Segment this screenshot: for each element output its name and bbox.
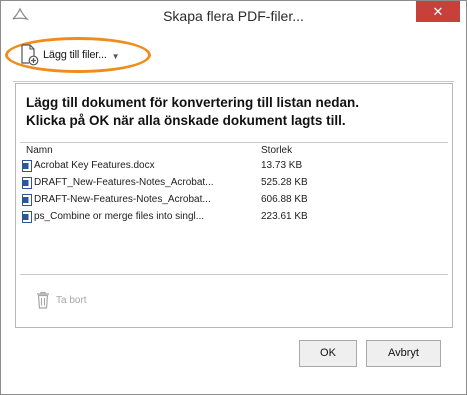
file-name: DRAFT-New-Features-Notes_Acrobat... — [34, 194, 211, 205]
file-name: DRAFT_New-Features-Notes_Acrobat... — [34, 177, 214, 188]
delete-button[interactable]: Ta bort — [36, 289, 87, 311]
title-bar: Skapa flera PDF-filer... ✕ — [1, 1, 466, 31]
file-size: 13.73 KB — [261, 160, 303, 171]
trash-icon — [37, 291, 49, 309]
instructions: Lägg till dokument för konvertering till… — [26, 94, 446, 130]
file-size: 606.88 KB — [261, 194, 308, 205]
file-name: ps_Combine or merge files into singl... — [34, 211, 205, 222]
file-row[interactable]: Acrobat Key Features.docx 13.73 KB — [20, 159, 440, 175]
caret-down-icon[interactable]: ▼ — [112, 52, 120, 61]
column-header-size[interactable]: Storlek — [261, 145, 292, 156]
word-document-icon — [22, 160, 32, 172]
window-title: Skapa flera PDF-filer... — [163, 8, 304, 24]
word-document-icon — [22, 194, 32, 206]
delete-label: Ta bort — [56, 294, 87, 306]
add-files-label: Lägg till filer... — [43, 49, 107, 61]
file-name: Acrobat Key Features.docx — [34, 160, 155, 171]
file-panel: Lägg till dokument för konvertering till… — [15, 83, 453, 328]
file-row[interactable]: DRAFT_New-Features-Notes_Acrobat... 525.… — [20, 176, 440, 192]
file-size: 223.61 KB — [261, 211, 308, 222]
file-list[interactable]: Namn Storlek Acrobat Key Features.docx 1… — [20, 142, 448, 272]
list-actions: Ta bort — [20, 274, 448, 324]
close-button[interactable]: ✕ — [416, 1, 460, 22]
word-document-icon — [22, 177, 32, 189]
cancel-button[interactable]: Avbryt — [366, 340, 441, 367]
ok-button[interactable]: OK — [299, 340, 357, 367]
column-header-name[interactable]: Namn — [26, 145, 53, 156]
word-document-icon — [22, 211, 32, 223]
divider — [13, 81, 454, 82]
file-row[interactable]: ps_Combine or merge files into singl... … — [20, 210, 440, 226]
add-document-icon — [21, 44, 39, 66]
file-size: 525.28 KB — [261, 177, 308, 188]
instructions-line-1: Lägg till dokument för konvertering till… — [26, 95, 360, 110]
file-row[interactable]: DRAFT-New-Features-Notes_Acrobat... 606.… — [20, 193, 440, 209]
add-files-button[interactable]: Lägg till filer... ▼ — [5, 37, 151, 73]
toolbar: Lägg till filer... ▼ — [1, 31, 466, 77]
instructions-line-2: Klicka på OK när alla önskade dokument l… — [26, 113, 346, 128]
create-multiple-pdf-dialog: Skapa flera PDF-filer... ✕ Lägg till fil… — [0, 0, 467, 395]
